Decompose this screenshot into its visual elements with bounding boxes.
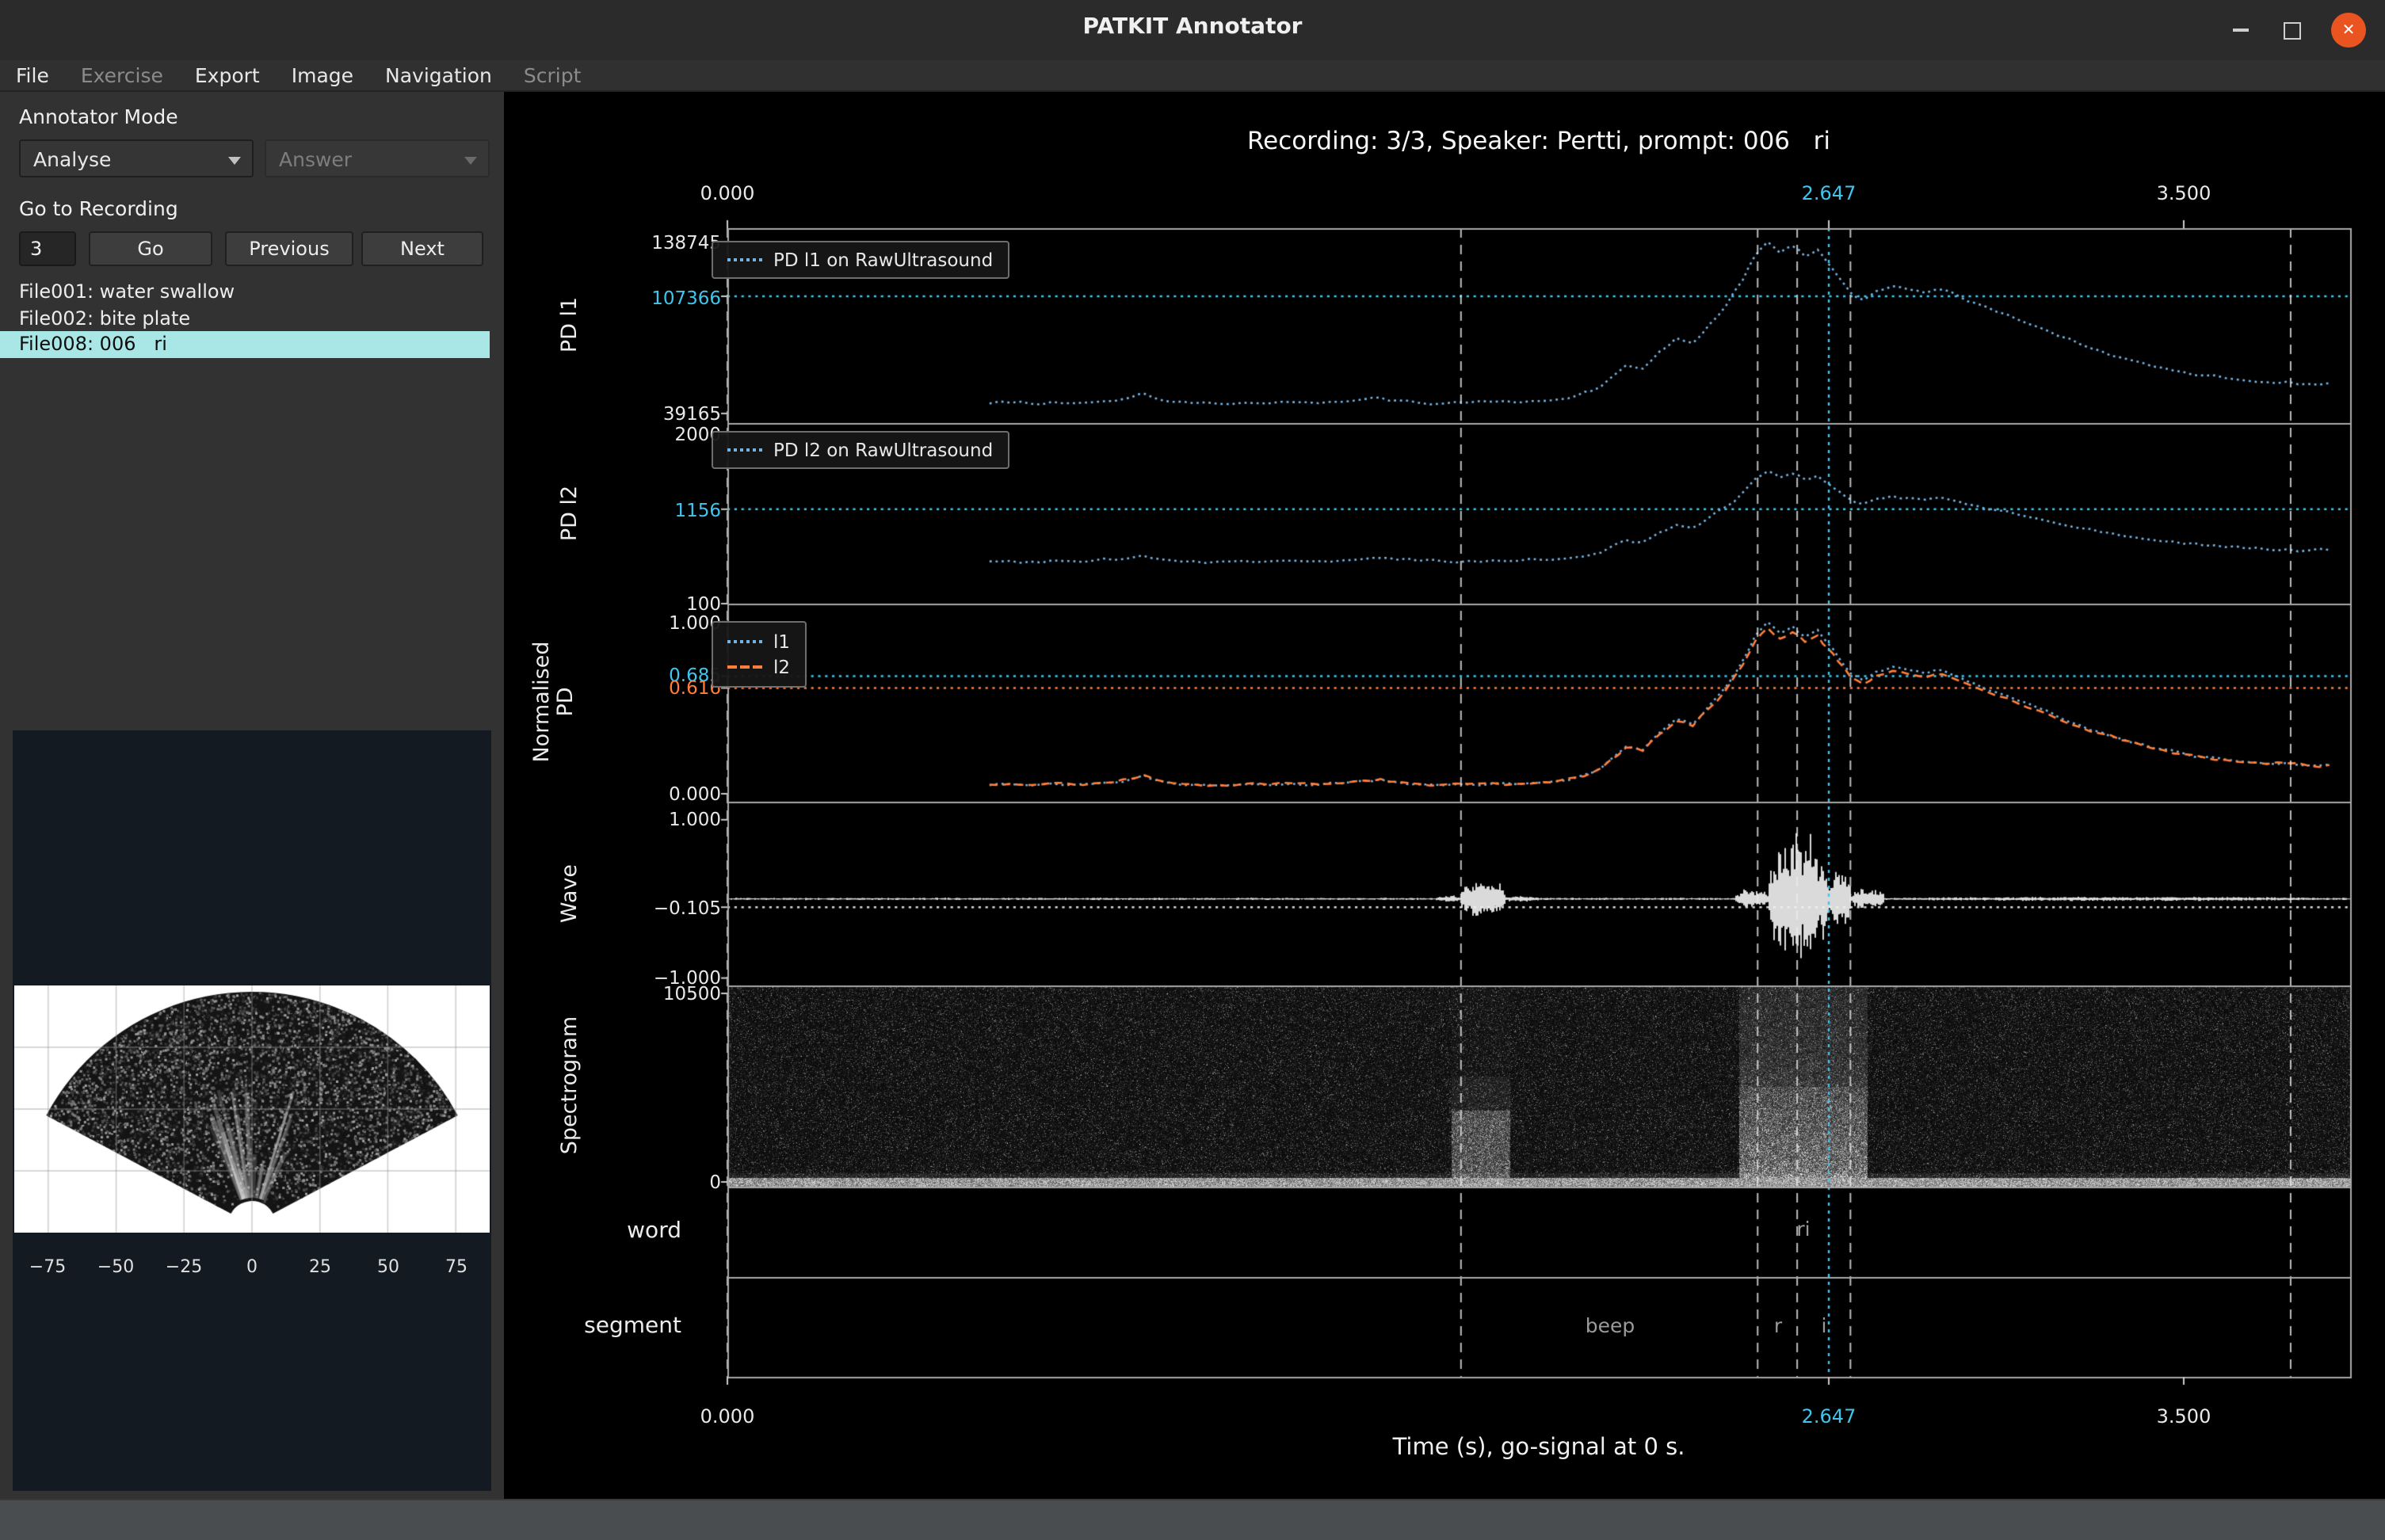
titlebar: PATKIT Annotator ✕ (0, 0, 2385, 60)
legend-label: l1 (773, 631, 790, 653)
annotator-mode-label: Annotator Mode (19, 105, 178, 128)
ytick: 0 (594, 1171, 721, 1193)
answer-select-value: Answer (279, 147, 352, 170)
legend-pd-l2: PD l2 on RawUltrasound (712, 431, 1009, 469)
ytick: 10500 (594, 982, 721, 1004)
ultrasound-xtick: 75 (425, 1256, 488, 1277)
xtick-top: 0.000 (656, 182, 799, 204)
ytick-highlight: 107366 (594, 287, 721, 309)
ultrasound-xtick: −50 (84, 1256, 147, 1277)
maximize-icon (2283, 21, 2300, 39)
xtick-bottom: 0.000 (656, 1405, 799, 1428)
legend-label: PD l2 on RawUltrasound (773, 439, 993, 461)
ultrasound-xtick: 0 (220, 1256, 284, 1277)
menu-script: Script (508, 63, 597, 87)
ytick: 39165 (594, 402, 721, 425)
previous-button[interactable]: Previous (225, 231, 353, 266)
close-icon: ✕ (2342, 21, 2356, 39)
ultrasound-xtick: 25 (288, 1256, 352, 1277)
go-button[interactable]: Go (89, 231, 212, 266)
legend-label: l2 (773, 656, 790, 678)
tier-label-word: word (523, 1218, 681, 1244)
axis-label-pd-l2: PD l2 (559, 486, 582, 541)
menu-image[interactable]: Image (276, 63, 369, 87)
chevron-down-icon (464, 157, 477, 165)
mode-select[interactable]: Analyse (19, 139, 254, 177)
ytick: 1.000 (594, 612, 721, 634)
axis-label-wave: Wave (559, 864, 582, 923)
segment-interval-text[interactable]: beep (1539, 1313, 1681, 1337)
app-window: PATKIT Annotator ✕ File Exercise Export … (0, 0, 2385, 1540)
plot-region: Recording: 3/3, Speaker: Pertti, prompt:… (504, 92, 2385, 1499)
ultrasound-figure: −75 −50 −25 0 25 50 75 (13, 730, 491, 1491)
xtick-bottom-cursor: 2.647 (1757, 1405, 1900, 1428)
xtick-top: 3.500 (2112, 182, 2255, 204)
chevron-down-icon (228, 157, 241, 165)
line-sample-icon (727, 640, 762, 643)
plot-title: Recording: 3/3, Speaker: Pertti, prompt:… (727, 127, 2350, 155)
segment-interval-text[interactable]: i (1753, 1313, 1895, 1337)
recording-list: File001: water swallow File002: bite pla… (0, 279, 504, 357)
close-button[interactable]: ✕ (2331, 13, 2366, 48)
line-sample-icon (727, 665, 762, 669)
ytick-highlight: 1156 (594, 499, 721, 521)
minimize-button[interactable] (2223, 13, 2258, 48)
xtick-top-cursor: 2.647 (1757, 182, 1900, 204)
menubar: File Exercise Export Image Navigation Sc… (0, 60, 2385, 92)
x-axis-label: Time (s), go-signal at 0 s. (727, 1435, 2350, 1461)
answer-select: Answer (265, 139, 490, 177)
axis-label-normalised-pd: Normalised PD (531, 641, 578, 762)
ultrasound-xtick: −75 (16, 1256, 79, 1277)
maximize-button[interactable] (2274, 13, 2309, 48)
recording-number-input[interactable] (19, 231, 76, 266)
goto-recording-label: Go to Recording (19, 196, 178, 220)
ytick: 1.000 (594, 808, 721, 830)
ultrasound-xtick: −25 (152, 1256, 216, 1277)
list-item[interactable]: File002: bite plate (0, 305, 504, 331)
list-item-selected[interactable]: File008: 006 ri (0, 331, 490, 357)
menu-export[interactable]: Export (179, 63, 276, 87)
sidebar: Annotator Mode Analyse Answer Go to Reco… (0, 92, 504, 1499)
menu-exercise: Exercise (65, 63, 179, 87)
ytick: 2000 (594, 423, 721, 445)
line-sample-icon (727, 448, 762, 452)
word-interval-text[interactable]: ri (1732, 1217, 1875, 1241)
ytick: −0.105 (594, 897, 721, 919)
menu-file[interactable]: File (0, 63, 65, 87)
ytick: 0.000 (594, 783, 721, 805)
line-sample-icon (727, 258, 762, 261)
tier-label-segment: segment (523, 1313, 681, 1339)
legend-normalised: l1 l2 (712, 621, 806, 688)
status-bar (0, 1499, 2385, 1540)
ultrasound-canvas (14, 985, 490, 1233)
list-item[interactable]: File001: water swallow (0, 279, 504, 305)
ytick: 138745 (594, 231, 721, 253)
minimize-icon (2233, 29, 2249, 32)
ytick-highlight-orange: 0.616 (594, 677, 721, 699)
plot-canvas[interactable] (504, 92, 2385, 1499)
axis-label-pd-l1: PD l1 (559, 297, 582, 353)
window-title: PATKIT Annotator (0, 14, 2385, 40)
xtick-bottom: 3.500 (2112, 1405, 2255, 1428)
legend-label: PD l1 on RawUltrasound (773, 249, 993, 271)
next-button[interactable]: Next (361, 231, 483, 266)
mode-select-value: Analyse (33, 147, 111, 170)
axis-label-spectrogram: Spectrogram (559, 1016, 582, 1154)
menu-navigation[interactable]: Navigation (369, 63, 508, 87)
legend-pd-l1: PD l1 on RawUltrasound (712, 241, 1009, 279)
ultrasound-xtick: 50 (357, 1256, 420, 1277)
